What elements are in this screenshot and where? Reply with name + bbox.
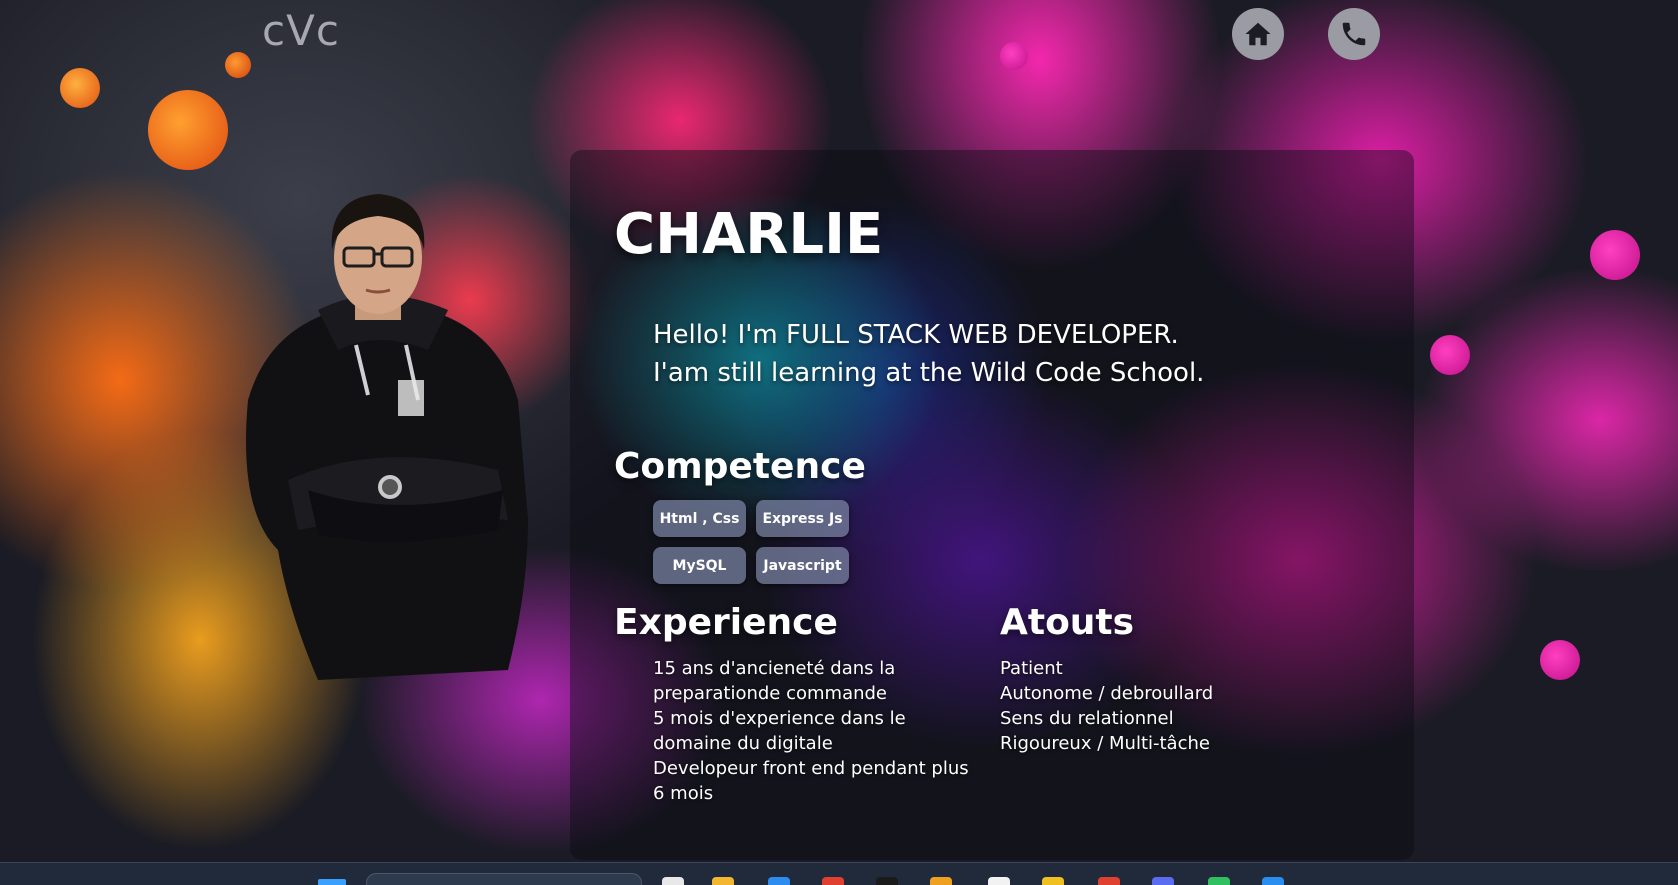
paint-drop <box>60 68 100 108</box>
os-taskbar <box>0 862 1678 885</box>
app-icon[interactable] <box>1098 877 1120 885</box>
profile-photo <box>246 194 528 680</box>
phone-icon <box>1342 22 1366 46</box>
skill-badge-javascript[interactable]: Javascript <box>756 547 849 584</box>
list-item: Rigoureux / Multi-tâche <box>1000 733 1210 754</box>
store-icon[interactable] <box>768 877 790 885</box>
paint-drop <box>225 52 251 78</box>
list-item: Sens du relationnel <box>1000 708 1174 729</box>
discord-icon[interactable] <box>1152 877 1174 885</box>
atouts-title: Atouts <box>1000 602 1135 643</box>
contact-button[interactable] <box>1328 8 1380 60</box>
list-item: 15 ans d'ancieneté dans la preparationde… <box>653 658 896 704</box>
skill-badge-express-js[interactable]: Express Js <box>756 500 849 537</box>
vscode-icon[interactable] <box>1262 877 1284 885</box>
site-logo[interactable]: cVc <box>262 6 340 55</box>
file-explorer-icon[interactable] <box>712 877 734 885</box>
home-icon <box>1245 22 1271 46</box>
paint-drop <box>1590 230 1640 280</box>
paint-drop <box>1430 335 1470 375</box>
skill-badge-html-css[interactable]: Html , Css <box>653 500 746 537</box>
profile-intro: Hello! I'm FULL STACK WEB DEVELOPER. I'a… <box>653 316 1204 392</box>
experience-title: Experience <box>614 602 838 643</box>
app-icon[interactable] <box>930 877 952 885</box>
atouts-list: Patient Autonome / debroullard Sens du r… <box>1000 656 1320 756</box>
paint-drop <box>1540 640 1580 680</box>
paint-drop <box>1000 42 1028 70</box>
task-view-icon[interactable] <box>662 877 684 885</box>
competence-title: Competence <box>614 446 866 487</box>
skills-grid: Html , Css Express Js MySQL Javascript <box>653 500 863 584</box>
home-button[interactable] <box>1232 8 1284 60</box>
list-item: 5 mois d'experience dans le domaine du d… <box>653 708 906 754</box>
taskbar-search-box[interactable] <box>366 873 642 885</box>
profile-name: CHARLIE <box>614 202 884 267</box>
intro-line: Hello! I'm FULL STACK WEB DEVELOPER. <box>653 320 1179 350</box>
terminal-icon[interactable] <box>876 877 898 885</box>
chrome-icon[interactable] <box>1042 877 1064 885</box>
portfolio-page: cVc CHARLIE Hello! I'm FULL STACK WEB DE… <box>0 0 1678 885</box>
experience-list: 15 ans d'ancieneté dans la preparationde… <box>653 656 983 806</box>
list-item: Autonome / debroullard <box>1000 683 1214 704</box>
app-icon[interactable] <box>822 877 844 885</box>
intro-line: I'am still learning at the Wild Code Sch… <box>653 358 1205 388</box>
spotify-icon[interactable] <box>1208 877 1230 885</box>
list-item: Patient <box>1000 658 1063 679</box>
skill-badge-mysql[interactable]: MySQL <box>653 547 746 584</box>
windows-start-icon[interactable] <box>318 879 346 885</box>
paint-drop <box>148 90 228 170</box>
app-icon[interactable] <box>988 877 1010 885</box>
list-item: Developeur front end pendant plus 6 mois <box>653 758 969 804</box>
